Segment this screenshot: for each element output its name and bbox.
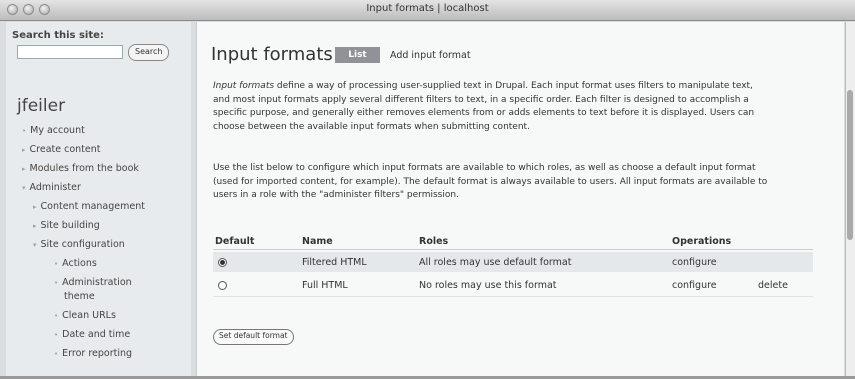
usage-line: users in a role with the "administer fil… — [213, 190, 459, 201]
tab-list[interactable]: List — [335, 47, 380, 63]
bullet-icon: ▾ — [22, 184, 26, 192]
bullet-icon: • — [54, 279, 59, 287]
intro-line: Input formats define a way of processing… — [213, 81, 753, 91]
usage-paragraph: Use the list below to configure which in… — [213, 162, 813, 203]
sidebar-item-administration-theme-line2[interactable]: theme — [64, 291, 95, 302]
bullet-icon: ▸ — [33, 222, 37, 230]
intro-line: choose between the available input forma… — [213, 121, 530, 132]
bullet-icon: • — [54, 312, 59, 320]
sidebar-item-create-content[interactable]: ▸ Create content — [22, 144, 100, 155]
window-title: Input formats | localhost — [366, 3, 489, 14]
format-roles: All roles may use default format — [419, 257, 572, 268]
intro-paragraph: Input formats define a way of processing… — [213, 80, 813, 134]
sidebar-item-my-account[interactable]: • My account — [22, 125, 85, 136]
configure-link[interactable]: configure — [672, 257, 717, 268]
usage-line: (used for imported content, for example)… — [213, 176, 768, 187]
tab-add-input-format[interactable]: Add input format — [390, 50, 471, 61]
default-radio-filtered-html[interactable] — [218, 258, 227, 267]
sidebar-item-site-configuration[interactable]: ▾ Site configuration — [33, 239, 125, 250]
column-header-roles: Roles — [419, 236, 449, 247]
sidebar-item-modules[interactable]: ▸ Modules from the book — [22, 163, 139, 174]
sidebar-item-error-reporting[interactable]: • Error reporting — [54, 348, 132, 359]
sidebar-item-administer[interactable]: ▾ Administer — [22, 182, 81, 193]
window-titlebar: Input formats | localhost — [0, 0, 855, 21]
format-roles: No roles may use this format — [419, 280, 557, 291]
scrollbar-thumb[interactable] — [847, 90, 853, 240]
sidebar-item-date-and-time[interactable]: • Date and time — [54, 329, 130, 340]
bullet-icon: • — [22, 127, 27, 135]
sidebar-item-site-building[interactable]: ▸ Site building — [33, 220, 100, 231]
search-input[interactable] — [17, 45, 123, 59]
sidebar-item-clean-urls[interactable]: • Clean URLs — [54, 310, 116, 321]
sidebar-item-actions[interactable]: • Actions — [54, 258, 97, 269]
bullet-icon: • — [54, 350, 59, 358]
table-header-divider — [213, 249, 813, 250]
bullet-icon: ▾ — [33, 241, 37, 249]
sidebar-item-administration-theme[interactable]: • Administration — [54, 277, 132, 288]
bullet-icon: ▸ — [22, 165, 26, 173]
search-title: Search this site: — [12, 30, 104, 41]
sidebar — [6, 22, 191, 377]
default-radio-full-html[interactable] — [218, 281, 227, 290]
set-default-format-button[interactable]: Set default format — [213, 329, 294, 345]
sidebar-item-content-management[interactable]: ▸ Content management — [33, 201, 145, 212]
column-header-name: Name — [302, 236, 333, 247]
bullet-icon: ▸ — [22, 146, 26, 154]
column-header-default: Default — [215, 236, 255, 247]
bullet-icon: • — [54, 331, 59, 339]
configure-link[interactable]: configure — [672, 280, 717, 291]
column-header-operations: Operations — [672, 236, 732, 247]
bullet-icon: • — [54, 260, 59, 268]
delete-link[interactable]: delete — [758, 280, 788, 291]
usage-line: Use the list below to configure which in… — [213, 163, 756, 173]
bullet-icon: ▸ — [33, 203, 37, 211]
format-name: Filtered HTML — [302, 257, 367, 268]
table-row-divider — [213, 296, 813, 297]
intro-line: specific purpose, and generally either r… — [213, 108, 755, 119]
sidebar-username: jfeiler — [17, 96, 66, 116]
format-name: Full HTML — [302, 280, 348, 291]
page-title: Input formats — [211, 44, 333, 65]
intro-line: and most input formats apply several dif… — [213, 94, 749, 105]
search-button[interactable]: Search — [128, 44, 170, 61]
